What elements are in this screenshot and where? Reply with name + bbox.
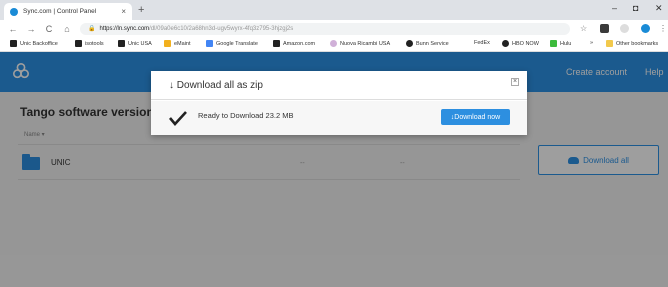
forward-arrow-icon[interactable]: →: [26, 24, 36, 34]
extension-icon[interactable]: [620, 24, 629, 33]
url-host: https://ln.sync.com: [99, 26, 150, 32]
bookmark-item[interactable]: isotools: [75, 40, 104, 47]
bookmark-favicon-icon: [10, 40, 17, 47]
bookmark-label: »: [590, 40, 594, 46]
bookmark-favicon-icon: [550, 40, 557, 47]
sync-favicon-icon: [10, 7, 18, 16]
bookmark-label: FedEx: [474, 40, 490, 46]
bookmarks-bar: Unic Backoffice isotools Unic USA eMaint…: [0, 38, 668, 52]
browser-tab-strip: Sync.com | Control Panel × + – ◘ ✕: [0, 0, 668, 20]
ready-status-text: Ready to Download 23.2 MB: [198, 111, 294, 120]
bookmark-favicon-icon: [273, 40, 280, 47]
menu-kebab-icon[interactable]: ⋮: [659, 24, 667, 33]
bookmark-item[interactable]: FedEx: [474, 40, 490, 46]
minimize-button[interactable]: –: [612, 3, 617, 13]
bookmark-favicon-icon: [206, 40, 213, 47]
reload-icon[interactable]: C: [44, 24, 54, 34]
download-now-button[interactable]: ↓ Download now: [441, 109, 510, 125]
bookmark-item[interactable]: Google Translate: [206, 40, 258, 47]
bookmark-label: Bunn Service: [416, 40, 449, 47]
modal-body: Ready to Download 23.2 MB ↓ Download now: [151, 101, 527, 135]
bookmark-favicon-icon: [164, 40, 171, 47]
bookmark-item[interactable]: Amazon.com: [273, 40, 315, 47]
download-arrow-icon: ↓: [169, 80, 177, 91]
home-icon[interactable]: ⌂: [62, 24, 72, 34]
profile-avatar-icon[interactable]: [641, 24, 650, 33]
modal-header: ↓ Download all as zip ×: [151, 71, 527, 100]
bookmark-label: Nuova Ricambi USA: [340, 40, 391, 47]
bookmark-favicon-icon: [406, 40, 413, 47]
restore-button[interactable]: ◘: [633, 3, 638, 13]
tab-close-icon[interactable]: ×: [121, 7, 126, 16]
new-tab-button[interactable]: +: [138, 4, 144, 16]
address-bar-row: ← → C ⌂ 🔒 https://ln.sync.com/dl/09a0e6c1…: [0, 20, 668, 38]
folder-icon: [606, 40, 613, 47]
bookmark-favicon-icon: [502, 40, 509, 47]
close-icon[interactable]: ×: [511, 78, 519, 86]
bookmark-item[interactable]: Nuova Ricambi USA: [330, 40, 390, 47]
extension-icon[interactable]: [600, 24, 609, 33]
bookmark-label: Unic USA: [128, 40, 152, 47]
modal-title-text: Download all as zip: [176, 80, 263, 91]
checkmark-icon: [169, 111, 187, 126]
bookmark-label: Hulu: [560, 40, 572, 47]
bookmark-item[interactable]: Unic Backoffice: [10, 40, 58, 47]
other-bookmarks[interactable]: Other bookmarks: [606, 40, 658, 47]
url-path: /dl/09a0e6c10/2a68hn3d-ugv5wyrx-4fq3z795…: [149, 26, 294, 32]
bookmark-item[interactable]: HBO NOW: [502, 40, 539, 47]
bookmark-item[interactable]: Unic USA: [118, 40, 152, 47]
modal-title: ↓ Download all as zip: [169, 80, 263, 91]
bookmark-favicon-icon: [75, 40, 82, 47]
bookmark-label: Other bookmarks: [616, 40, 659, 47]
bookmark-favicon-icon: [330, 40, 337, 47]
lock-icon: 🔒: [88, 26, 96, 32]
download-now-label: Download now: [454, 113, 501, 121]
bookmark-item[interactable]: eMaint: [164, 40, 191, 47]
bookmarks-overflow-icon[interactable]: »: [590, 40, 593, 46]
download-zip-modal: ↓ Download all as zip × Ready to Downloa…: [151, 71, 527, 135]
bookmark-label: Unic Backoffice: [20, 40, 58, 47]
bookmark-label: HBO NOW: [512, 40, 539, 47]
bookmark-item[interactable]: Bunn Service: [406, 40, 449, 47]
star-icon[interactable]: ☆: [580, 24, 587, 33]
bookmark-label: Amazon.com: [283, 40, 316, 47]
window-close-button[interactable]: ✕: [655, 3, 663, 14]
bookmark-label: eMaint: [174, 40, 191, 47]
bookmark-label: Google Translate: [216, 40, 258, 47]
back-arrow-icon[interactable]: ←: [8, 24, 18, 34]
url-field[interactable]: 🔒 https://ln.sync.com/dl/09a0e6c10/2a68hn…: [80, 23, 570, 35]
bookmark-label: isotools: [85, 40, 104, 47]
bookmark-item[interactable]: Hulu: [550, 40, 571, 47]
browser-tab[interactable]: Sync.com | Control Panel ×: [4, 3, 132, 20]
bookmark-favicon-icon: [118, 40, 125, 47]
tab-title: Sync.com | Control Panel: [23, 8, 97, 15]
